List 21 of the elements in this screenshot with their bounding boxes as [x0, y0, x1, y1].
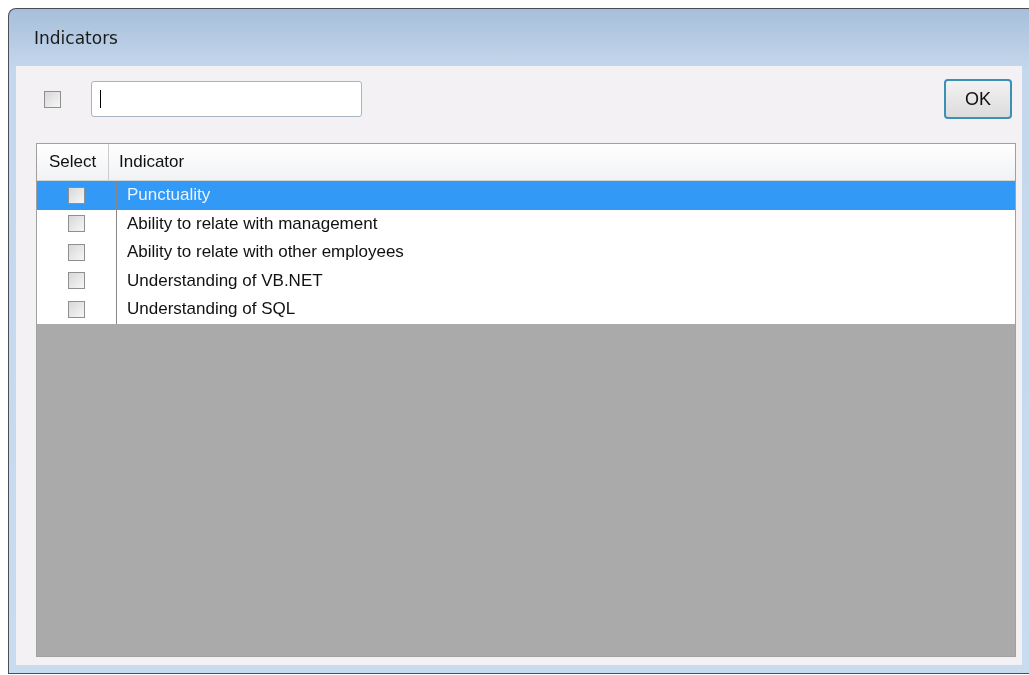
table-row[interactable]: Ability to relate with management: [37, 209, 1015, 238]
row-checkbox[interactable]: [68, 186, 85, 204]
text-cursor: [100, 90, 101, 108]
table-cell-text: Understanding of SQL: [126, 299, 296, 320]
row-checkbox[interactable]: [68, 300, 85, 318]
table-cell-text: Ability to relate with other employees: [126, 242, 404, 263]
input-field[interactable]: [91, 81, 362, 117]
table-row[interactable]: Ability to relate with other employees: [37, 238, 1015, 267]
table-row[interactable]: Understanding of VB.NET: [37, 266, 1015, 295]
table-cell-text: Ability to relate with management: [126, 213, 378, 234]
table-row[interactable]: Understanding of SQL: [37, 295, 1015, 324]
row-checkbox[interactable]: [68, 272, 85, 290]
row-checkbox[interactable]: [68, 243, 85, 261]
ok-button[interactable]: OK: [944, 79, 1012, 119]
table-cell-text: Punctuality: [126, 185, 211, 206]
select-all-checkbox[interactable]: [44, 90, 61, 108]
column-header[interactable]: Indicator: [109, 152, 185, 172]
row-checkbox[interactable]: [68, 215, 85, 233]
column-header[interactable]: Select: [37, 144, 109, 180]
window-title: Indicators: [33, 27, 118, 48]
table-cell-text: Understanding of VB.NET: [126, 270, 323, 291]
